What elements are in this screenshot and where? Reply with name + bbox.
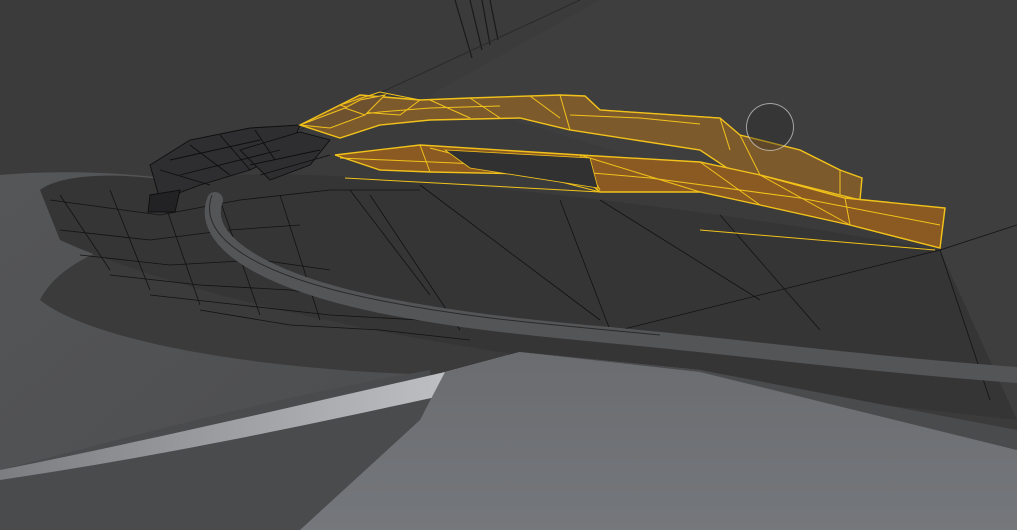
3d-viewport[interactable] — [0, 0, 1017, 530]
brush-circle-icon — [746, 103, 794, 151]
viewport-scene[interactable] — [0, 0, 1017, 530]
